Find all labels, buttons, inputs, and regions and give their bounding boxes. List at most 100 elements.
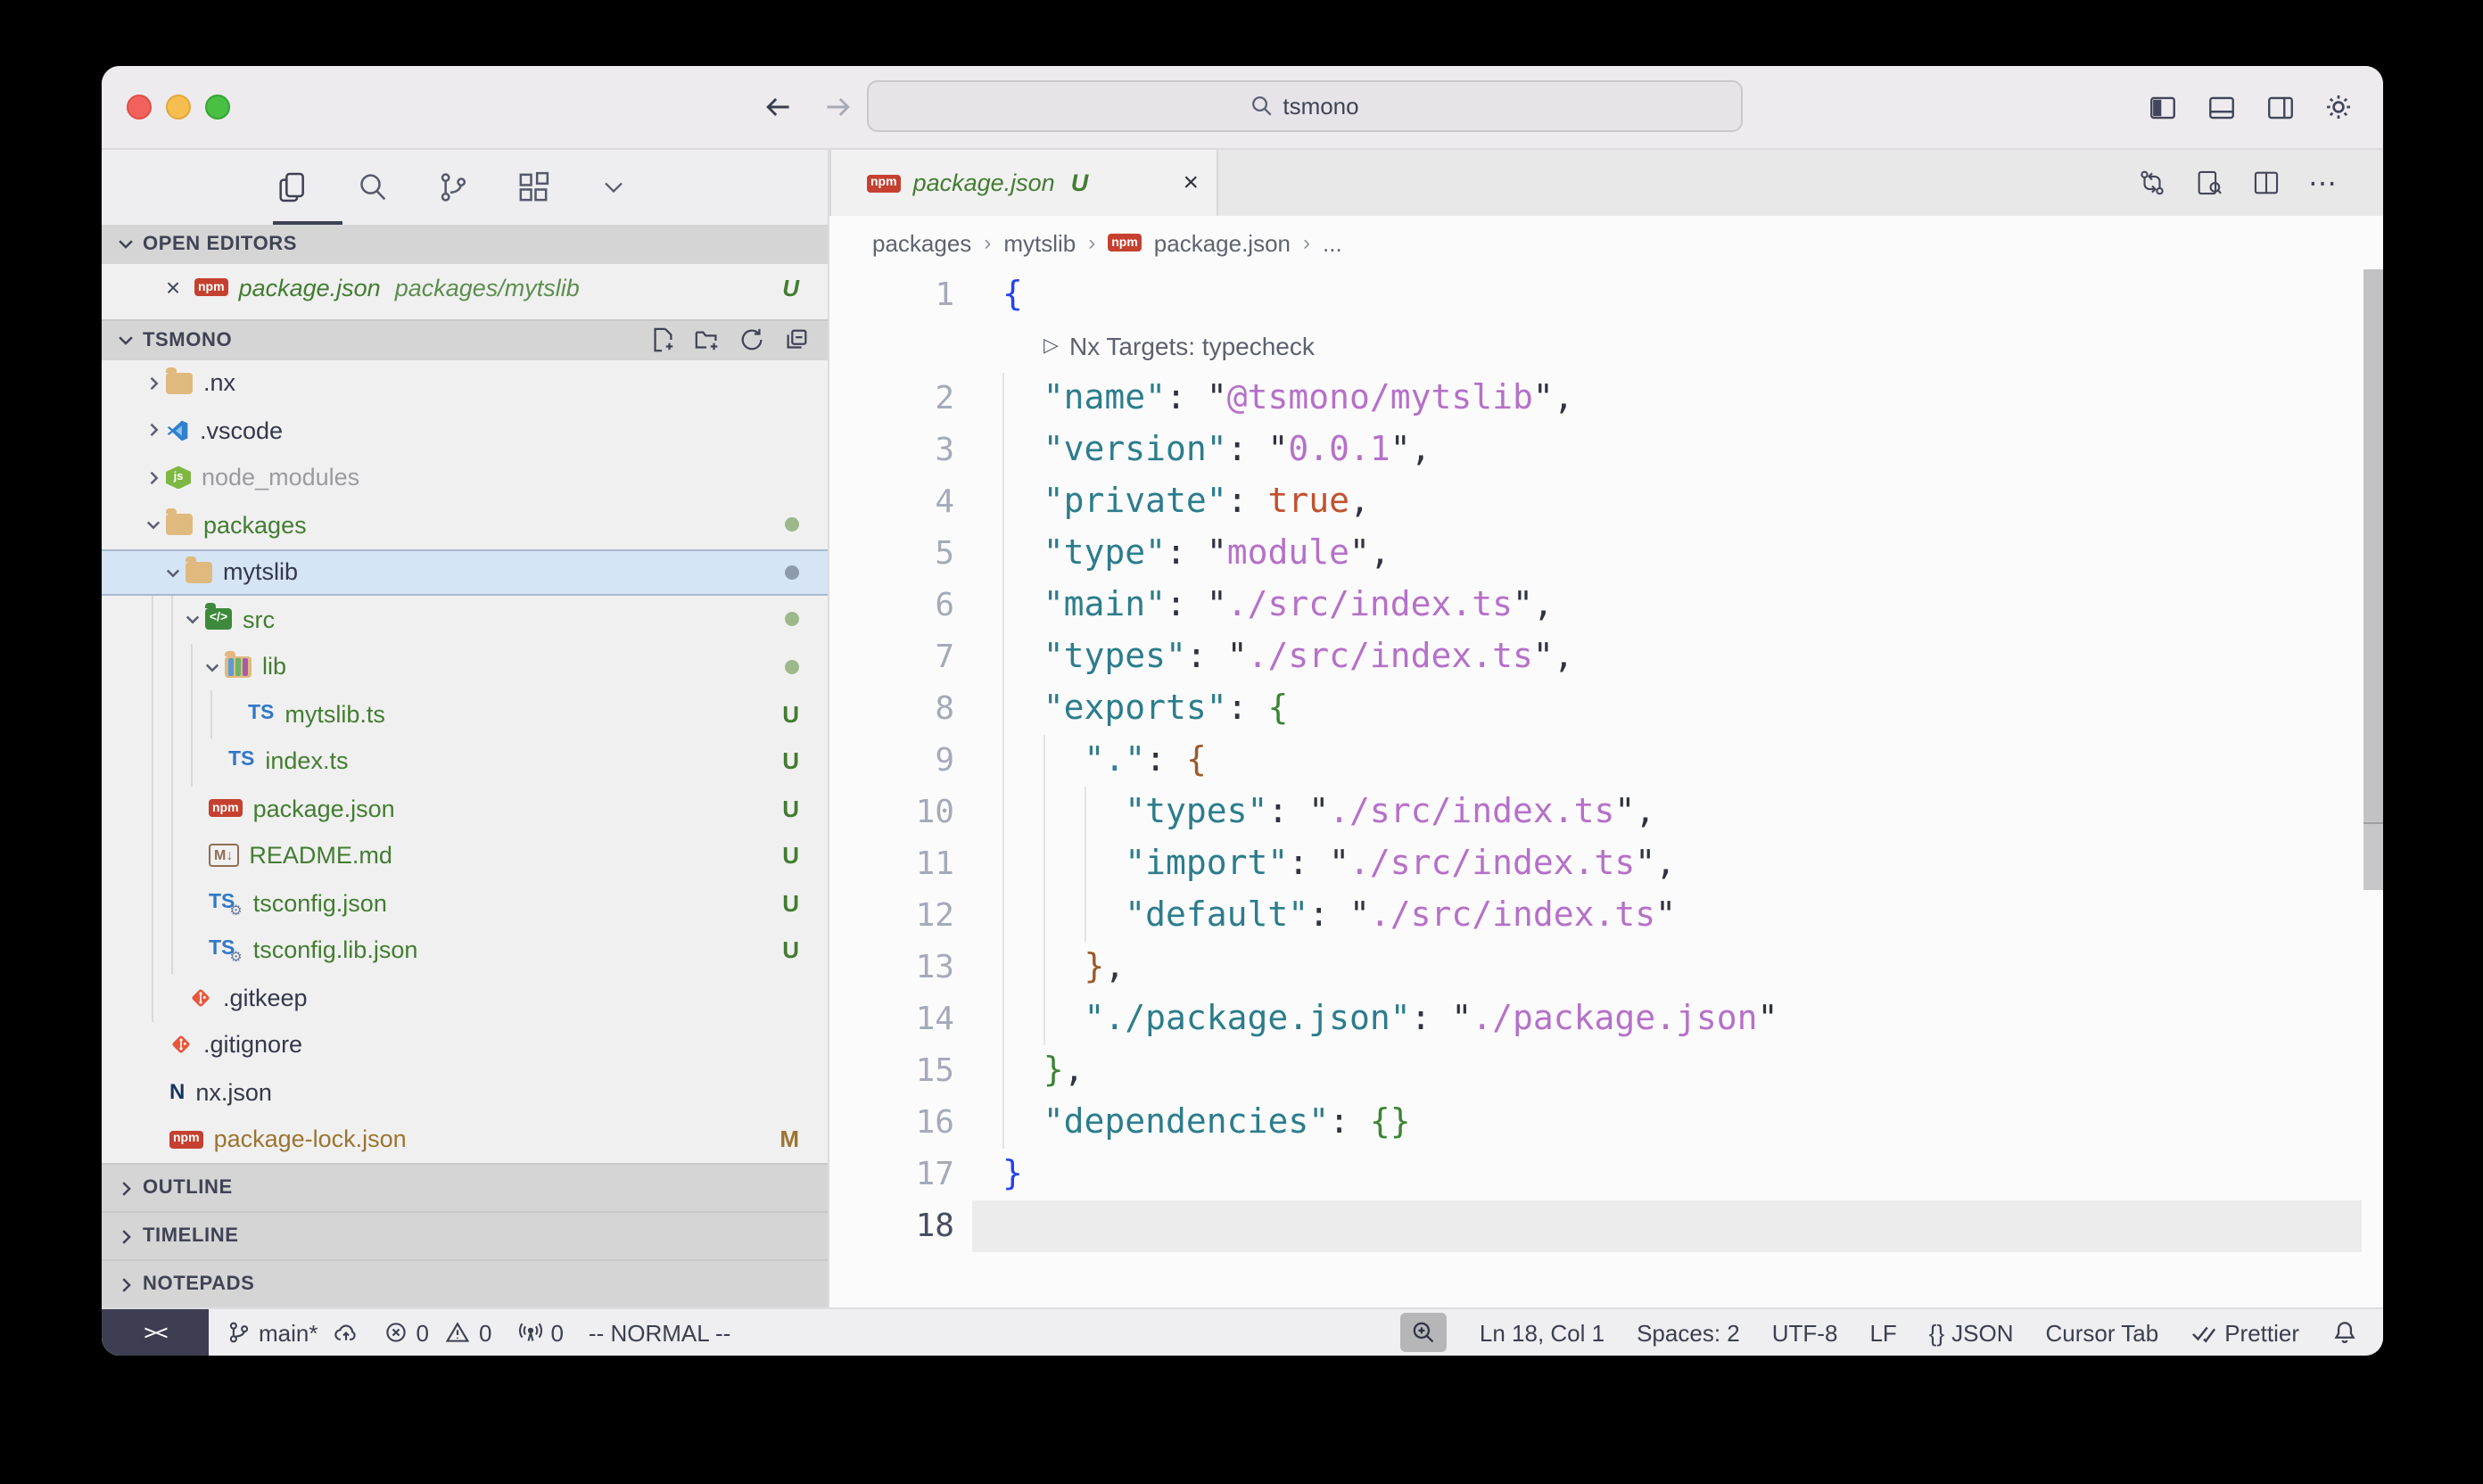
chevron-down-icon[interactable] <box>200 658 225 676</box>
problems-item[interactable]: 0 0 <box>384 1319 492 1346</box>
tree-item-nx[interactable]: .nx <box>102 359 828 407</box>
code-line-10[interactable]: 10 "types": "./src/index.ts", <box>829 787 2383 838</box>
tree-item-nx-json[interactable]: Nnx.json <box>102 1068 828 1116</box>
tree-item-index-ts[interactable]: TSindex.tsU <box>102 738 828 785</box>
tree-item-mytslib-ts[interactable]: TSmytslib.tsU <box>102 690 828 738</box>
language-mode-item[interactable]: {} JSON <box>1929 1319 2014 1346</box>
command-center-search[interactable]: tsmono <box>867 80 1743 132</box>
tree-item-tsconfig-json[interactable]: TS⚙tsconfig.jsonU <box>102 879 828 927</box>
new-file-icon[interactable] <box>649 326 676 353</box>
tree-item-gitignore[interactable]: .gitignore <box>102 1021 828 1068</box>
extensions-icon[interactable] <box>514 169 551 206</box>
new-folder-icon[interactable] <box>694 326 721 353</box>
explorer-section-header[interactable]: TSMONO <box>102 318 828 359</box>
zoom-indicator[interactable] <box>1401 1313 1448 1352</box>
timeline-section-header[interactable]: TIMELINE <box>102 1211 828 1259</box>
code-line-2[interactable]: 2 "name": "@tsmono/mytslib", <box>829 373 2383 425</box>
toggle-secondary-sidebar-icon[interactable] <box>2264 91 2296 123</box>
tree-item-gitkeep[interactable]: .gitkeep <box>102 974 828 1021</box>
minimize-window-button[interactable] <box>166 95 191 120</box>
vim-mode-item[interactable]: -- NORMAL -- <box>589 1319 730 1346</box>
ports-item[interactable]: 0 <box>516 1319 563 1346</box>
breadcrumb-item[interactable]: mytslib <box>1003 229 1076 256</box>
code-line-11[interactable]: 11 "import": "./src/index.ts", <box>829 838 2383 890</box>
indentation-item[interactable]: Spaces: 2 <box>1637 1319 1740 1346</box>
close-window-button[interactable] <box>127 95 152 120</box>
encoding-item[interactable]: UTF-8 <box>1772 1319 1838 1346</box>
tree-item-mytslib[interactable]: mytslib <box>102 548 828 596</box>
code-line-16[interactable]: 16 "dependencies": {} <box>829 1097 2383 1149</box>
open-changes-icon[interactable] <box>2137 168 2167 198</box>
line-number: 15 <box>829 1045 954 1097</box>
chevron-right-icon[interactable] <box>141 375 166 392</box>
formatter-item[interactable]: Prettier <box>2190 1319 2299 1346</box>
eol-item[interactable]: LF <box>1869 1319 1896 1346</box>
tree-item-readme-md[interactable]: M↓README.mdU <box>102 832 828 879</box>
code-line-18[interactable]: 18 <box>829 1200 2383 1252</box>
chevron-down-icon[interactable] <box>161 564 186 581</box>
search-view-icon[interactable] <box>353 169 391 206</box>
settings-gear-icon[interactable] <box>2322 91 2355 123</box>
code-line-9[interactable]: 9 ".": { <box>829 735 2383 787</box>
scrollbar-thumb[interactable] <box>2363 269 2383 824</box>
back-icon[interactable] <box>762 91 794 123</box>
explorer-icon[interactable] <box>273 169 310 206</box>
code-line-5[interactable]: 5 "type": "module", <box>829 528 2383 580</box>
code-editor[interactable]: 1{▷Nx Targets: typecheck2 "name": "@tsmo… <box>829 269 2383 1307</box>
breadcrumb-item[interactable]: ... <box>1323 229 1342 256</box>
codelens-nx-targets[interactable]: ▷Nx Targets: typecheck <box>829 321 2383 373</box>
breadcrumb-item[interactable]: packages <box>872 229 971 256</box>
tree-item-node-modules[interactable]: jsnode_modules <box>102 454 828 501</box>
chevron-right-icon[interactable] <box>141 422 166 440</box>
code-line-1[interactable]: 1{ <box>829 269 2383 321</box>
code-line-8[interactable]: 8 "exports": { <box>829 683 2383 735</box>
outline-section-header[interactable]: OUTLINE <box>102 1163 828 1211</box>
open-editor-item[interactable]: × npm package.json packages/mytslib U <box>102 263 828 311</box>
tab-package-json[interactable]: npm package.json U × <box>829 150 1218 216</box>
more-actions-icon[interactable]: ⋯ <box>2308 165 2337 201</box>
notepads-section-header[interactable]: NOTEPADS <box>102 1259 828 1307</box>
more-views-chevron-icon[interactable] <box>594 169 631 206</box>
tree-item-packages[interactable]: packages <box>102 501 828 548</box>
close-editor-icon[interactable]: × <box>162 273 184 301</box>
chevron-right-icon[interactable] <box>141 469 166 487</box>
editor-scrollbar[interactable] <box>2363 269 2383 1307</box>
code-line-3[interactable]: 3 "version": "0.0.1", <box>829 425 2383 476</box>
tree-item-lib[interactable]: lib <box>102 643 828 690</box>
toggle-panel-icon[interactable] <box>2205 91 2237 123</box>
tree-item-vscode[interactable]: .vscode <box>102 407 828 454</box>
chevron-down-icon[interactable] <box>180 611 205 629</box>
git-branch-item[interactable]: main* <box>227 1319 359 1346</box>
toggle-primary-sidebar-icon[interactable] <box>2146 91 2178 123</box>
code-line-6[interactable]: 6 "main": "./src/index.ts", <box>829 580 2383 631</box>
split-editor-icon[interactable] <box>2251 168 2281 198</box>
code-line-15[interactable]: 15 }, <box>829 1045 2383 1097</box>
code-line-13[interactable]: 13 }, <box>829 942 2383 993</box>
tree-item-label: .gitignore <box>203 1032 302 1059</box>
open-editors-header[interactable]: OPEN EDITORS <box>102 224 828 263</box>
chevron-down-icon[interactable] <box>141 516 166 534</box>
tree-item-package-json[interactable]: npmpackage.jsonU <box>102 785 828 832</box>
breadcrumb-item[interactable]: package.json <box>1154 229 1291 256</box>
collapse-folders-icon[interactable] <box>783 326 810 353</box>
refresh-icon[interactable] <box>738 326 765 353</box>
zoom-window-button[interactable] <box>205 95 230 120</box>
code-line-14[interactable]: 14 "./package.json": "./package.json" <box>829 993 2383 1045</box>
close-tab-icon[interactable]: × <box>1183 168 1199 198</box>
cursor-tab-item[interactable]: Cursor Tab <box>2046 1319 2159 1346</box>
tree-item-package-lock-json[interactable]: npmpackage-lock.jsonM <box>102 1116 828 1163</box>
zoom-in-icon <box>1412 1320 1437 1345</box>
npm-icon: npm <box>209 800 243 818</box>
code-line-12[interactable]: 12 "default": "./src/index.ts" <box>829 890 2383 942</box>
code-line-7[interactable]: 7 "types": "./src/index.ts", <box>829 631 2383 683</box>
forward-icon[interactable] <box>822 91 854 123</box>
remote-indicator[interactable]: >< <box>102 1309 209 1356</box>
source-control-icon[interactable] <box>433 169 471 206</box>
code-line-17[interactable]: 17} <box>829 1149 2383 1200</box>
open-preview-icon[interactable] <box>2194 168 2224 198</box>
cursor-position-item[interactable]: Ln 18, Col 1 <box>1480 1319 1604 1346</box>
tree-item-src[interactable]: </>src <box>102 596 828 643</box>
notifications-bell-icon[interactable] <box>2331 1319 2358 1346</box>
tree-item-tsconfig-lib-json[interactable]: TS⚙tsconfig.lib.jsonU <box>102 927 828 974</box>
code-line-4[interactable]: 4 "private": true, <box>829 476 2383 528</box>
